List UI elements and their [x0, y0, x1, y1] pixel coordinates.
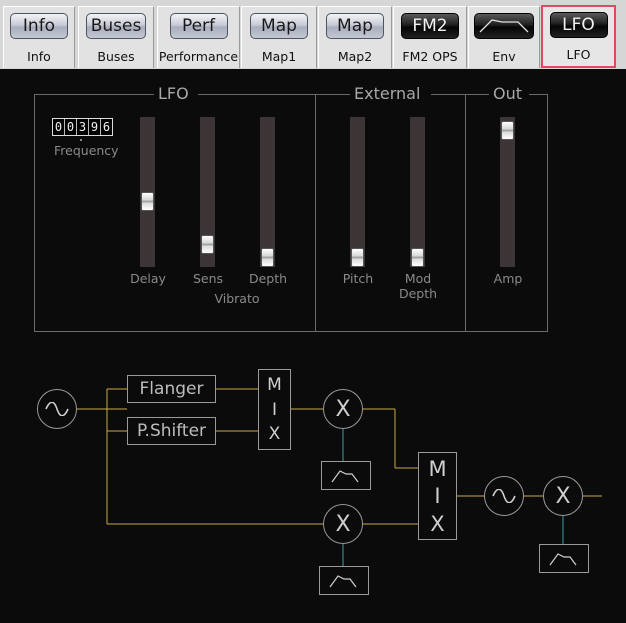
mix-letter: X: [268, 424, 281, 445]
envelope-block-1[interactable]: [321, 461, 371, 490]
mix-letter: I: [271, 399, 277, 420]
envelope-block-3[interactable]: [539, 544, 589, 573]
mix-block-2[interactable]: M I X: [418, 452, 457, 540]
lfo-oscillator-node[interactable]: [37, 389, 77, 429]
envelope-block-2[interactable]: [319, 566, 369, 595]
envelope-icon: [329, 575, 357, 588]
envelope-icon: [331, 470, 359, 483]
mix-letter: M: [267, 374, 282, 395]
multiply-node-2[interactable]: X: [323, 504, 363, 544]
signal-wires: [77, 388, 602, 566]
envelope-icon: [549, 553, 577, 566]
lfo-output-oscillator-node[interactable]: [484, 476, 524, 516]
sine-wave-icon: [492, 489, 516, 503]
mix-letter: X: [430, 511, 445, 536]
flanger-block[interactable]: Flanger: [127, 375, 216, 403]
mix-letter: I: [434, 484, 441, 508]
multiply-node-3[interactable]: X: [543, 476, 583, 516]
sine-wave-icon: [45, 402, 69, 416]
mix-letter: M: [428, 456, 447, 481]
pshifter-block[interactable]: P.Shifter: [127, 417, 216, 445]
multiply-node-1[interactable]: X: [323, 389, 363, 429]
mix-block-1[interactable]: M I X: [258, 369, 291, 450]
